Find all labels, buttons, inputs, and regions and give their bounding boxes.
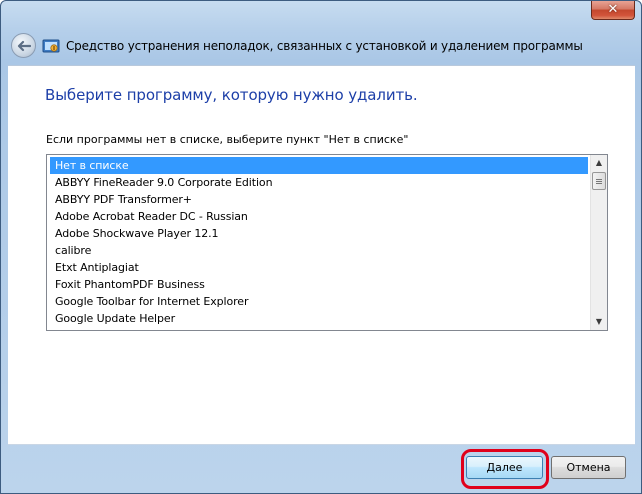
list-item[interactable]: ABBYY FineReader 9.0 Corporate Edition	[50, 174, 588, 191]
program-list: Нет в списке ABBYY FineReader 9.0 Corpor…	[50, 157, 588, 327]
program-listbox[interactable]: Нет в списке ABBYY FineReader 9.0 Corpor…	[46, 154, 608, 331]
troubleshooter-icon	[42, 39, 60, 53]
footer-divider	[8, 444, 635, 445]
cancel-button-label: Отмена	[566, 461, 611, 474]
list-item[interactable]: Adobe Shockwave Player 12.1	[50, 225, 588, 242]
troubleshooter-window: ✕ Средство устранения неполадок, связанн…	[0, 0, 642, 494]
instruction-text: Если программы нет в списке, выберите пу…	[46, 133, 409, 146]
scroll-up-icon[interactable]: ▲	[591, 155, 607, 171]
next-button[interactable]: Далее	[466, 456, 543, 479]
window-title: Средство устранения неполадок, связанных…	[66, 39, 583, 53]
window-header: Средство устранения неполадок, связанных…	[8, 31, 634, 65]
vertical-scrollbar[interactable]: ▲ ▼	[590, 155, 607, 330]
close-icon: ✕	[607, 2, 619, 17]
list-item[interactable]: calibre	[50, 242, 588, 259]
back-arrow-icon	[17, 40, 31, 51]
list-item[interactable]: Etxt Antiplagiat	[50, 259, 588, 276]
list-item[interactable]: Нет в списке	[50, 157, 588, 174]
page-heading: Выберите программу, которую нужно удалит…	[45, 86, 418, 104]
next-button-label: Далее	[486, 461, 523, 474]
list-item[interactable]: ABBYY PDF Transformer+	[50, 191, 588, 208]
content-panel: Выберите программу, которую нужно удалит…	[8, 65, 635, 444]
list-item[interactable]: Adobe Acrobat Reader DC - Russian	[50, 208, 588, 225]
list-item[interactable]: Foxit PhantomPDF Business	[50, 276, 588, 293]
scroll-down-icon[interactable]: ▼	[591, 314, 607, 330]
cancel-button[interactable]: Отмена	[551, 456, 626, 479]
list-item[interactable]: Google Update Helper	[50, 310, 588, 327]
list-item[interactable]: Google Toolbar for Internet Explorer	[50, 293, 588, 310]
close-button[interactable]: ✕	[591, 1, 635, 20]
back-button[interactable]	[11, 33, 36, 58]
scroll-thumb[interactable]	[592, 172, 606, 190]
